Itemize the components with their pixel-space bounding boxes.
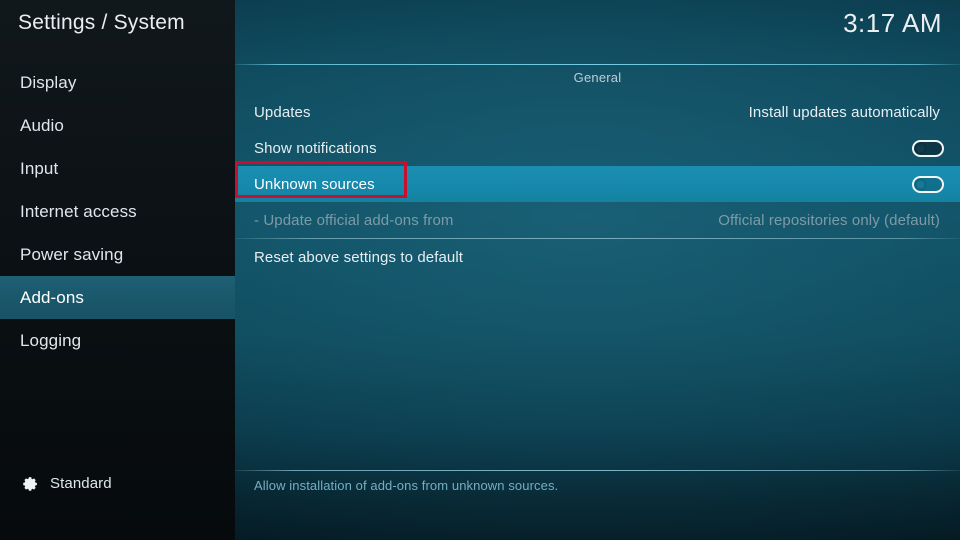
setting-row-updates[interactable]: Updates Install updates automatically xyxy=(235,94,960,130)
sidebar-item-internet-access[interactable]: Internet access xyxy=(0,190,235,233)
sidebar-item-power-saving[interactable]: Power saving xyxy=(0,233,235,276)
page-title: Settings / System xyxy=(18,11,185,34)
setting-label: Show notifications xyxy=(254,139,377,157)
show-notifications-toggle[interactable] xyxy=(912,139,944,157)
sidebar-item-label: Input xyxy=(20,159,59,178)
header-divider xyxy=(235,64,960,65)
setting-label: Unknown sources xyxy=(254,175,375,193)
sidebar-item-add-ons[interactable]: Add-ons xyxy=(0,276,235,319)
settings-rows: Updates Install updates automatically Sh… xyxy=(235,94,960,275)
sidebar-item-label: Logging xyxy=(20,331,82,350)
sidebar-item-label: Audio xyxy=(20,116,64,135)
setting-row-update-official-addons-from: - Update official add-ons from Official … xyxy=(235,202,960,238)
settings-level-label: Standard xyxy=(50,474,112,492)
settings-level-button[interactable]: Standard xyxy=(0,468,235,498)
settings-sidebar: Settings / System Display Audio Input In… xyxy=(0,0,235,540)
sidebar-item-display[interactable]: Display xyxy=(0,61,235,104)
sidebar-item-label: Add-ons xyxy=(20,288,85,307)
toggle-knob xyxy=(915,178,926,190)
sidebar-item-label: Internet access xyxy=(20,202,137,221)
sidebar-item-logging[interactable]: Logging xyxy=(0,319,235,362)
clock: 3:17 AM xyxy=(843,8,942,38)
setting-description-text: Allow installation of add-ons from unkno… xyxy=(254,478,559,493)
hint-divider xyxy=(235,470,960,471)
sidebar-nav-list: Display Audio Input Internet access Powe… xyxy=(0,61,235,362)
unknown-sources-toggle[interactable] xyxy=(912,175,944,193)
setting-row-unknown-sources[interactable]: Unknown sources xyxy=(235,166,960,202)
setting-value: Install updates automatically xyxy=(748,103,940,121)
sidebar-item-label: Display xyxy=(20,73,77,92)
sidebar-item-label: Power saving xyxy=(20,245,124,264)
setting-label: - Update official add-ons from xyxy=(254,211,454,229)
setting-label: Updates xyxy=(254,103,311,121)
sidebar-item-audio[interactable]: Audio xyxy=(0,104,235,147)
sidebar-item-input[interactable]: Input xyxy=(0,147,235,190)
setting-row-reset-above-settings[interactable]: Reset above settings to default xyxy=(235,239,960,275)
toggle-knob xyxy=(915,142,926,154)
section-header-general: General xyxy=(573,70,622,85)
gear-icon xyxy=(23,476,37,491)
setting-label: Reset above settings to default xyxy=(254,248,464,266)
setting-row-show-notifications[interactable]: Show notifications xyxy=(235,130,960,166)
kodi-settings-screen: Settings / System Display Audio Input In… xyxy=(0,0,960,540)
setting-value: Official repositories only (default) xyxy=(718,211,940,229)
